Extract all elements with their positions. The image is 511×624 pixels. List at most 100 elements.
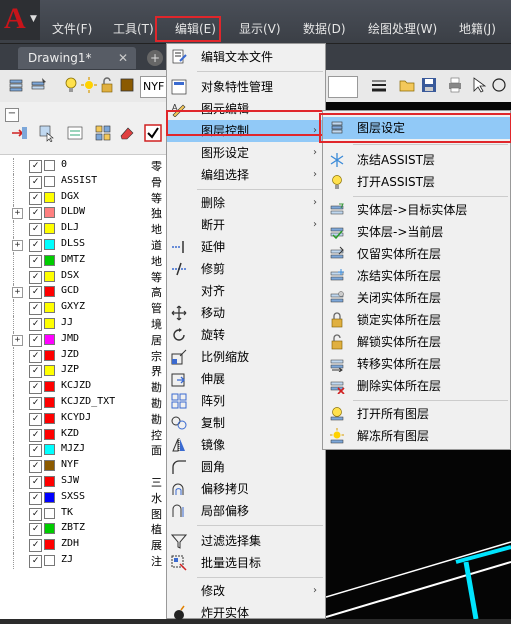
layer-visible-checkbox[interactable]: ✓ bbox=[29, 523, 42, 537]
layer-manager-icon[interactable] bbox=[8, 76, 26, 94]
menu-explode[interactable]: 炸开实体 bbox=[167, 602, 325, 624]
tab-drawing1[interactable]: Drawing1* ✕ bbox=[18, 47, 136, 69]
layer-row[interactable]: ✓ SXSS 水 bbox=[0, 489, 166, 506]
layer-color-swatch[interactable] bbox=[44, 160, 55, 171]
layer-move-icon[interactable] bbox=[10, 124, 28, 142]
pan-icon[interactable] bbox=[490, 76, 508, 94]
layer-color-swatch[interactable] bbox=[44, 286, 55, 298]
sun-icon[interactable] bbox=[80, 76, 98, 94]
lightbulb-icon[interactable] bbox=[62, 76, 80, 94]
save-icon[interactable] bbox=[420, 76, 438, 94]
layer-select-icon[interactable] bbox=[38, 124, 56, 142]
layer-visible-checkbox[interactable]: ✓ bbox=[29, 160, 42, 173]
layer-row[interactable]: ✓ TK 图 bbox=[0, 505, 166, 522]
layer-color-swatch[interactable] bbox=[44, 238, 55, 250]
layer-visible-checkbox[interactable]: ✓ bbox=[29, 396, 42, 410]
layer-visible-checkbox[interactable]: ✓ bbox=[29, 302, 42, 316]
expand-icon[interactable]: + bbox=[12, 239, 23, 251]
add-tab-icon[interactable]: + bbox=[147, 50, 163, 66]
layer-row[interactable]: ✓ DGX 等 bbox=[0, 189, 166, 206]
layer-color-swatch[interactable] bbox=[44, 507, 55, 519]
menu-group-select[interactable]: 编组选择 › bbox=[167, 164, 325, 186]
submenu-transfer-layer[interactable]: 转移实体所在层 bbox=[323, 353, 510, 375]
layer-row[interactable]: ✓ KCJZD 勘 bbox=[0, 379, 166, 395]
menu-graphic-settings[interactable]: 图形设定 › bbox=[167, 142, 325, 164]
layer-row[interactable]: ✓ SJW 三 bbox=[0, 473, 166, 490]
layer-row[interactable]: ✓ DLJ 地 bbox=[0, 221, 166, 237]
layer-color-swatch[interactable] bbox=[44, 365, 55, 377]
expand-icon[interactable]: + bbox=[12, 208, 23, 220]
submenu-freeze-assist[interactable]: 冻结ASSIST层 bbox=[323, 149, 510, 171]
menu-data[interactable]: 数据(D) bbox=[303, 18, 346, 40]
layer-row[interactable]: + ✓ GCD 高 bbox=[0, 284, 166, 301]
layer-row[interactable]: + ✓ DLSS 道 bbox=[0, 236, 166, 253]
menu-stretch[interactable]: 伸展 bbox=[167, 368, 325, 390]
print-icon[interactable] bbox=[446, 76, 464, 94]
layer-visible-checkbox[interactable]: ✓ bbox=[29, 539, 42, 553]
layer-visible-checkbox[interactable]: ✓ bbox=[29, 365, 42, 379]
menu-move[interactable]: 移动 bbox=[167, 302, 325, 324]
close-icon[interactable]: ✕ bbox=[118, 47, 128, 69]
expand-icon[interactable]: + bbox=[12, 334, 23, 346]
menu-trim[interactable]: 修剪 bbox=[167, 258, 325, 280]
layer-visible-checkbox[interactable]: ✓ bbox=[29, 207, 42, 221]
layer-visible-checkbox[interactable]: ✓ bbox=[29, 238, 42, 252]
layer-color-swatch[interactable] bbox=[44, 412, 55, 424]
menu-cadastre[interactable]: 地籍(J) bbox=[459, 18, 496, 40]
layer-color-swatch[interactable] bbox=[44, 175, 55, 187]
layer-color-swatch[interactable] bbox=[44, 317, 55, 329]
layer-color-swatch[interactable] bbox=[44, 523, 55, 535]
layer-visible-checkbox[interactable]: ✓ bbox=[29, 349, 42, 363]
color-square-icon[interactable] bbox=[118, 76, 136, 94]
menu-batch-select[interactable]: 批量选目标 bbox=[167, 552, 325, 574]
layer-visible-checkbox[interactable]: ✓ bbox=[29, 270, 42, 284]
layer-combo[interactable]: NYF bbox=[140, 76, 169, 98]
layer-erase-icon[interactable] bbox=[118, 124, 136, 142]
checkmark-icon[interactable] bbox=[144, 124, 162, 142]
linetype-combo[interactable] bbox=[328, 76, 358, 98]
layer-row[interactable]: ✓ KCJZD_TXT 勘 bbox=[0, 394, 166, 411]
layer-color-swatch[interactable] bbox=[44, 191, 55, 203]
menu-filter-selection[interactable]: 过滤选择集 bbox=[167, 530, 325, 552]
layer-visible-checkbox[interactable]: ✓ bbox=[29, 475, 42, 489]
layer-color-swatch[interactable] bbox=[44, 539, 55, 551]
submenu-close-layer[interactable]: 关闭实体所在层 bbox=[323, 287, 510, 309]
layer-group-icon[interactable] bbox=[94, 124, 112, 142]
menu-modify[interactable]: 修改 › bbox=[167, 580, 325, 602]
layer-row[interactable]: ✓ NYF bbox=[0, 458, 166, 474]
menu-edit-text-file[interactable]: 编辑文本文件 bbox=[167, 46, 325, 68]
layer-visible-checkbox[interactable]: ✓ bbox=[29, 286, 42, 300]
layer-visible-checkbox[interactable]: ✓ bbox=[29, 428, 42, 442]
submenu-isolate-layer[interactable]: 仅留实体所在层 bbox=[323, 243, 510, 265]
submenu-lock-layer[interactable]: 锁定实体所在层 bbox=[323, 309, 510, 331]
lineweight-icon[interactable] bbox=[370, 76, 388, 94]
submenu-entity-to-target[interactable]: 实体层->目标实体层 bbox=[323, 199, 510, 221]
menu-array[interactable]: 阵列 bbox=[167, 390, 325, 412]
layer-list-icon[interactable] bbox=[66, 124, 84, 142]
layer-color-swatch[interactable] bbox=[44, 381, 55, 393]
layer-row[interactable]: ✓ JZP 界 bbox=[0, 363, 166, 380]
layer-row[interactable]: ✓ JZD 宗 bbox=[0, 347, 166, 364]
submenu-open-assist[interactable]: 打开ASSIST层 bbox=[323, 171, 510, 193]
submenu-delete-layer[interactable]: 删除实体所在层 bbox=[323, 375, 510, 397]
layer-row[interactable]: ✓ MJZJ 面 bbox=[0, 442, 166, 459]
layer-row[interactable]: ✓ DMTZ 地 bbox=[0, 252, 166, 269]
layer-color-swatch[interactable] bbox=[44, 333, 55, 345]
layer-color-swatch[interactable] bbox=[44, 444, 55, 456]
layer-color-swatch[interactable] bbox=[44, 491, 55, 503]
layer-row[interactable]: ✓ JJ 境 bbox=[0, 315, 166, 332]
menu-break[interactable]: 断开 › bbox=[167, 214, 325, 236]
layer-color-swatch[interactable] bbox=[44, 428, 55, 440]
layer-visible-checkbox[interactable]: ✓ bbox=[29, 223, 42, 237]
layer-color-swatch[interactable] bbox=[44, 460, 55, 472]
lock-open-icon[interactable] bbox=[98, 76, 116, 94]
layer-visible-checkbox[interactable]: ✓ bbox=[29, 333, 42, 347]
layer-visible-checkbox[interactable]: ✓ bbox=[29, 381, 42, 395]
submenu-freeze-layer[interactable]: 冻结实体所在层 bbox=[323, 265, 510, 287]
layer-visible-checkbox[interactable]: ✓ bbox=[29, 191, 42, 205]
menu-copy[interactable]: 复制 bbox=[167, 412, 325, 434]
layer-row[interactable]: + ✓ DLDW 独 bbox=[0, 205, 166, 222]
layer-row[interactable]: ✓ KCYDJ 勘 bbox=[0, 410, 166, 427]
layer-color-swatch[interactable] bbox=[44, 349, 55, 361]
cursor-icon[interactable] bbox=[470, 76, 488, 94]
